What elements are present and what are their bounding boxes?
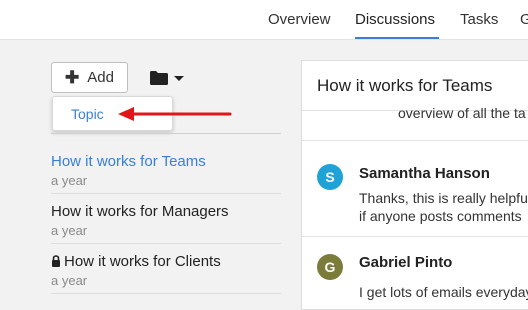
top-nav-bar: Overview Discussions Tasks G <box>0 0 528 40</box>
chevron-down-icon <box>174 75 184 81</box>
comment-text: Thanks, this is really helpfu <box>359 190 528 206</box>
tab-discussions[interactable]: Discussions <box>355 11 435 28</box>
plus-icon: ✚ <box>65 68 80 87</box>
topic-item[interactable]: How it works for Managers a year <box>51 203 281 238</box>
list-divider <box>51 133 281 134</box>
folder-menu-button[interactable] <box>150 68 190 88</box>
comment-text: I get lots of emails everyday <box>359 284 528 300</box>
topic-time: a year <box>51 223 88 238</box>
tab-tasks[interactable]: Tasks <box>460 11 498 28</box>
tab-truncated[interactable]: G <box>520 11 528 28</box>
discussion-panel: How it works for Teams overview of all t… <box>301 60 528 310</box>
divider <box>51 243 281 244</box>
comment-author: Samantha Hanson <box>359 165 490 182</box>
add-button-label: Add <box>87 69 114 86</box>
divider <box>51 293 281 294</box>
topic-title: How it works for Clients <box>64 253 221 270</box>
folder-icon <box>150 71 168 85</box>
topic-time: a year <box>51 173 88 188</box>
dropdown-item-topic[interactable]: Topic <box>71 106 104 122</box>
topic-item[interactable]: How it works for Clients a year <box>51 253 281 288</box>
comment-author: Gabriel Pinto <box>359 254 453 271</box>
topic-item[interactable]: How it works for Teams a year <box>51 153 281 188</box>
lock-icon <box>52 255 60 267</box>
add-button[interactable]: ✚ Add <box>51 62 128 93</box>
topic-title: How it works for Teams <box>51 153 206 170</box>
divider <box>302 236 528 237</box>
message-text: overview of all the ta <box>398 105 526 121</box>
comment-text: if anyone posts comments <box>359 208 522 224</box>
annotation-arrow-icon <box>118 107 232 121</box>
tab-overview[interactable]: Overview <box>268 11 331 28</box>
topic-time: a year <box>51 273 88 288</box>
avatar[interactable]: G <box>317 254 343 280</box>
active-tab-indicator <box>355 37 439 39</box>
discussion-title: How it works for Teams <box>317 76 493 95</box>
topic-title-row: How it works for Clients <box>51 253 281 270</box>
topic-title: How it works for Managers <box>51 203 229 220</box>
avatar[interactable]: S <box>317 164 343 190</box>
divider <box>51 193 281 194</box>
divider <box>302 140 528 141</box>
